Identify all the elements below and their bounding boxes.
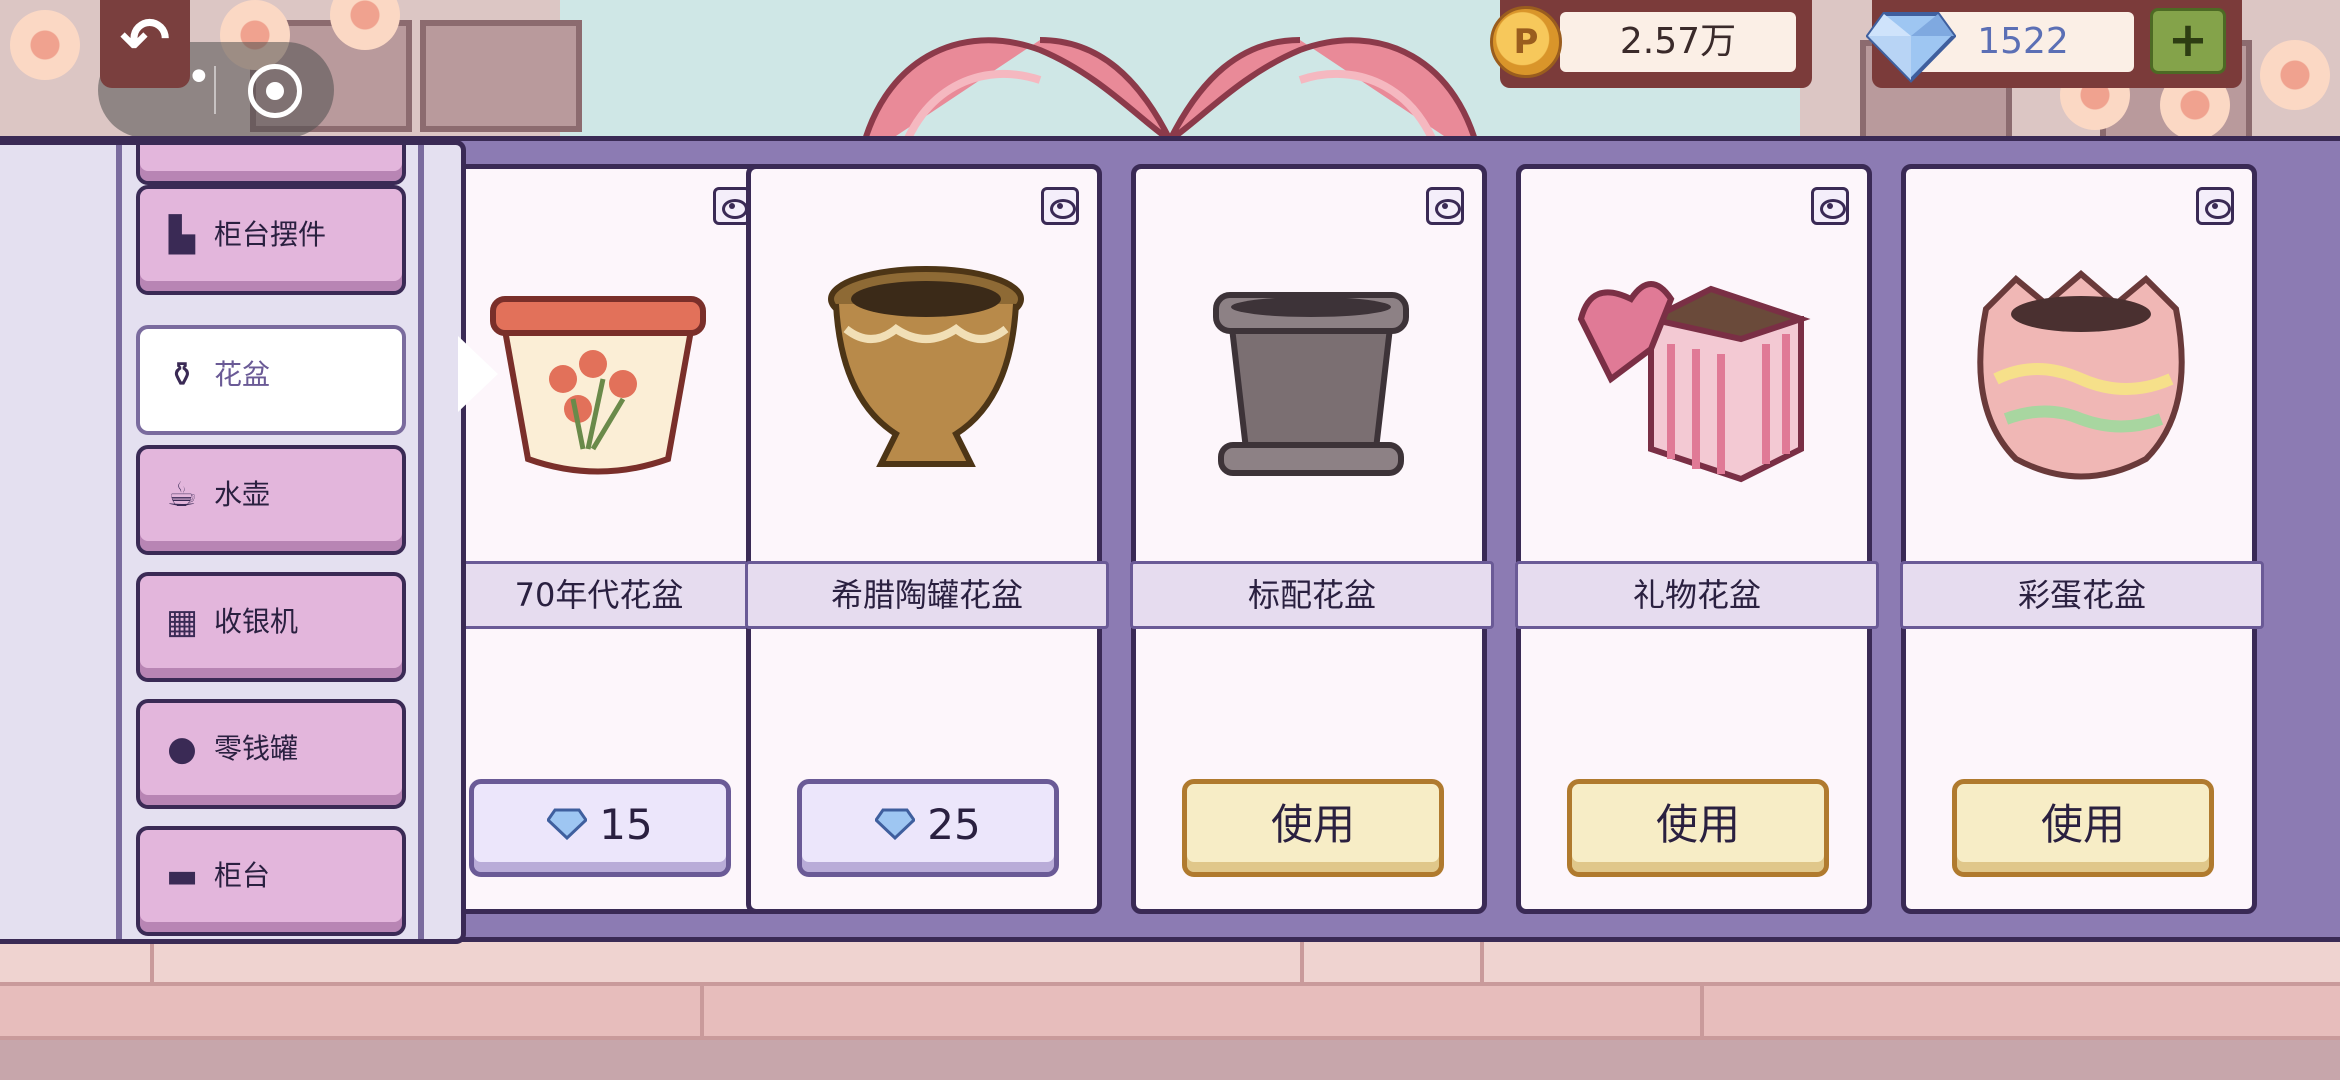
item-card[interactable]: 标配花盆 使用 [1130, 164, 1494, 914]
greek-jar-pot-image [828, 266, 1024, 467]
sidebar-item-watering-can[interactable]: ☕ 水壶 [136, 445, 406, 555]
capsule-divider [214, 66, 216, 114]
window [420, 20, 582, 132]
sidebar-item-flowerpot[interactable]: ⚱ 花盆 [136, 325, 406, 435]
counter-decor-icon: ▙ [168, 215, 196, 255]
sidebar-item-label: 零钱罐 [214, 732, 299, 765]
sidebar-item-cash-register[interactable]: ▦ 收银机 [136, 572, 406, 682]
sidebar-item-label: 收银机 [214, 605, 299, 638]
buy-with-gems-button[interactable]: 25 [797, 779, 1059, 877]
close-target-button[interactable] [248, 64, 302, 118]
sidebar-rail [116, 145, 122, 939]
preview-eye-icon[interactable] [1811, 187, 1849, 225]
coin-amount: 2.57万 [1560, 12, 1796, 72]
sidebar-item-label: 水壶 [214, 478, 271, 511]
sidebar-item-label: 柜台摆件 [214, 218, 327, 251]
gift-box-pot-image [1577, 281, 1811, 483]
add-gems-button[interactable]: + [2150, 8, 2226, 74]
coin-icon: P [1490, 6, 1562, 78]
item-card[interactable]: 70年代花盆 15 [417, 164, 781, 914]
item-name: 70年代花盆 [417, 561, 781, 629]
coin-jar-icon: ● [167, 729, 197, 769]
item-name: 希腊陶罐花盆 [745, 561, 1109, 629]
diamond-icon [1866, 12, 1956, 83]
sidebar-item-counter[interactable]: ▬ 柜台 [136, 826, 406, 936]
diamond-icon [875, 808, 916, 840]
buy-with-gems-button[interactable]: 15 [469, 779, 731, 877]
back-button[interactable]: ↶ [100, 0, 190, 88]
preview-eye-icon[interactable] [2196, 187, 2234, 225]
item-card[interactable]: 礼物花盆 使用 [1515, 164, 1879, 914]
seventies-pot-image [490, 296, 706, 475]
standard-pot-image [1213, 292, 1409, 476]
flowerpot-icon: ⚱ [167, 355, 197, 395]
active-category-pointer [458, 336, 498, 412]
diamond-icon [547, 808, 588, 840]
use-button[interactable]: 使用 [1182, 779, 1444, 877]
blossom-decoration [2260, 40, 2330, 110]
sidebar-item-coin-jar[interactable]: ● 零钱罐 [136, 699, 406, 809]
floor [0, 938, 2340, 1080]
preview-eye-icon[interactable] [1041, 187, 1079, 225]
item-name: 彩蛋花盆 [1900, 561, 2264, 629]
sidebar-item-label: 花盆 [214, 358, 271, 391]
sidebar-rail [418, 145, 424, 939]
counter-icon: ▬ [165, 856, 199, 896]
item-name: 礼物花盆 [1515, 561, 1879, 629]
sidebar-item-partial[interactable] [136, 145, 406, 185]
cash-register-icon: ▦ [165, 602, 199, 642]
use-button[interactable]: 使用 [1567, 779, 1829, 877]
item-card[interactable]: 彩蛋花盆 使用 [1900, 164, 2264, 914]
watering-can-icon: ☕ [166, 475, 198, 515]
blossom-decoration [10, 10, 80, 80]
sidebar-item-counter-decor[interactable]: ▙ 柜台摆件 [136, 185, 406, 295]
easter-egg-pot-image [1977, 270, 2185, 480]
preview-eye-icon[interactable] [1426, 187, 1464, 225]
use-button[interactable]: 使用 [1952, 779, 2214, 877]
sidebar-item-label: 柜台 [214, 859, 271, 892]
item-card[interactable]: 希腊陶罐花盆 25 [745, 164, 1109, 914]
item-name: 标配花盆 [1130, 561, 1494, 629]
category-sidebar: ▙ 柜台摆件 ⚱ 花盆 ☕ 水壶 ▦ 收银机 ● 零钱罐 ▬ 柜台 [0, 140, 466, 944]
price-value: 25 [927, 800, 981, 849]
price-value: 15 [599, 800, 653, 849]
